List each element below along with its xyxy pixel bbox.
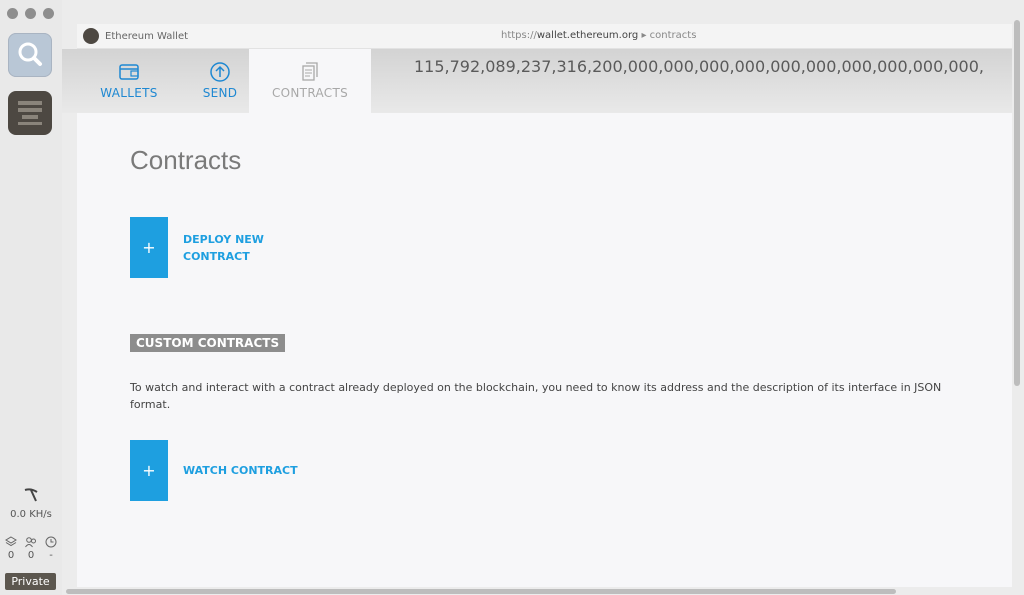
horizontal-scrollbar[interactable] xyxy=(66,589,896,594)
wallet-header: WALLETS SEND CONTRACTS 115,792,089,237,3… xyxy=(62,49,1012,113)
total-balance: 115,792,089,237,316,200,000,000,000,000,… xyxy=(414,57,984,76)
deploy-label-line1: DEPLOY NEW xyxy=(183,232,264,246)
clock-icon xyxy=(45,536,57,548)
watch-contract-label: WATCH CONTRACT xyxy=(183,464,298,477)
close-window-button[interactable] xyxy=(7,8,18,19)
block-time: - xyxy=(49,550,53,561)
network-badge: Private xyxy=(5,573,56,590)
url-text[interactable]: https://wallet.ethereum.org ▸ contracts xyxy=(501,30,696,41)
nav-wallets[interactable]: WALLETS xyxy=(94,61,164,100)
wallet-icon xyxy=(119,64,139,80)
vertical-scrollbar[interactable] xyxy=(1014,20,1020,386)
hashrate-value: 0.0 KH/s xyxy=(10,509,52,520)
deploy-label-line2: CONTRACT xyxy=(183,249,250,263)
site-title: Ethereum Wallet xyxy=(105,30,189,42)
plus-icon: + xyxy=(130,217,168,278)
pending-count: 0 xyxy=(7,550,15,561)
ethereum-logo-icon xyxy=(83,28,99,44)
chevron-right-icon: ▸ xyxy=(641,30,647,41)
watch-contract-button[interactable]: + WATCH CONTRACT xyxy=(130,440,298,501)
wallet-app-button[interactable] xyxy=(8,91,52,135)
browser-app-button[interactable] xyxy=(8,33,52,77)
mining-status: 0.0 KH/s xyxy=(0,488,62,520)
url-host: wallet.ethereum.org xyxy=(536,30,639,41)
send-arrow-icon xyxy=(210,62,230,82)
search-icon xyxy=(18,42,42,66)
mist-sidebar: 0.0 KH/s 0 0 - Private xyxy=(0,0,62,595)
contracts-icon xyxy=(302,62,318,81)
zoom-window-button[interactable] xyxy=(43,8,54,19)
site-identity: Ethereum Wallet xyxy=(83,28,188,44)
custom-contracts-heading: CUSTOM CONTRACTS xyxy=(130,334,286,352)
nav-send[interactable]: SEND xyxy=(185,61,255,100)
wallet-app-icon xyxy=(18,101,42,125)
layers-icon xyxy=(5,536,17,547)
deploy-contract-button[interactable]: + DEPLOY NEW CONTRACT xyxy=(130,217,264,278)
nav-contracts-label: CONTRACTS xyxy=(271,86,348,100)
peer-count: 0 xyxy=(27,550,35,561)
window-controls xyxy=(7,8,54,19)
plus-icon: + xyxy=(130,440,168,501)
custom-contracts-description: To watch and interact with a contract al… xyxy=(130,381,942,411)
peers-icon xyxy=(25,537,36,548)
pickaxe-icon xyxy=(24,488,38,502)
url-bar[interactable]: Ethereum Wallet https://wallet.ethereum.… xyxy=(77,24,1012,49)
deploy-contract-label: DEPLOY NEW CONTRACT xyxy=(183,231,264,265)
url-protocol: https:// xyxy=(501,30,537,41)
page-title: Contracts xyxy=(130,145,242,175)
nav-contracts[interactable]: CONTRACTS xyxy=(249,49,371,113)
nav-wallets-label: WALLETS xyxy=(100,86,158,100)
url-path: contracts xyxy=(649,30,697,41)
wallet-browser: Ethereum Wallet https://wallet.ethereum.… xyxy=(62,24,1012,587)
nav-send-label: SEND xyxy=(202,86,238,100)
network-stats: 0 0 - xyxy=(0,536,62,561)
minimize-window-button[interactable] xyxy=(25,8,36,19)
